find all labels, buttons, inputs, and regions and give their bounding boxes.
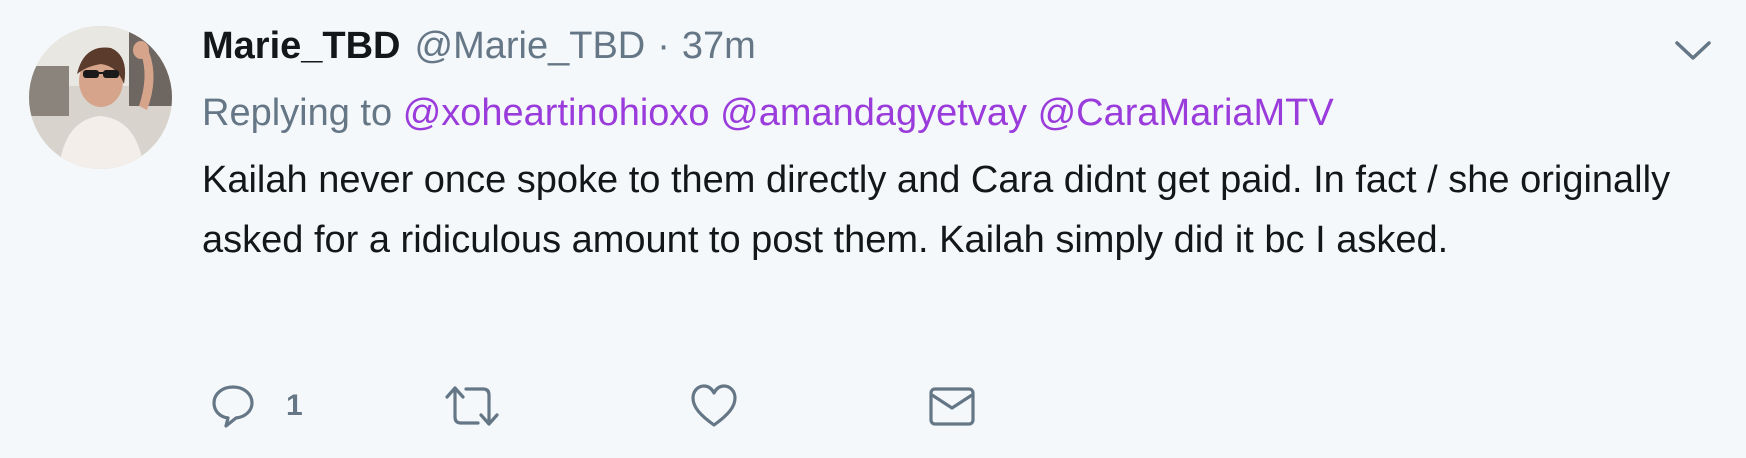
tweet-text: Kailah never once spoke to them directly… xyxy=(202,159,1671,261)
separator-dot: · xyxy=(657,25,670,67)
mention-link[interactable]: @xoheartinohioxo xyxy=(403,92,710,134)
retweet-button[interactable] xyxy=(444,375,500,437)
author-username[interactable]: @Marie_TBD xyxy=(415,18,646,74)
avatar-image xyxy=(29,26,172,169)
author-fullname[interactable]: Marie_TBD xyxy=(202,18,401,74)
avatar[interactable] xyxy=(29,26,172,169)
envelope-icon xyxy=(929,387,975,426)
tweet-content: Marie_TBD @Marie_TBD · 37m Replying to @… xyxy=(202,18,1706,270)
tweet-header: Marie_TBD @Marie_TBD · 37m xyxy=(202,18,1706,74)
mention-link[interactable]: @CaraMariaMTV xyxy=(1038,92,1334,134)
heart-icon xyxy=(691,384,737,427)
reply-context: Replying to @xoheartinohioxo @amandagyet… xyxy=(202,88,1706,138)
tweet-timestamp[interactable]: 37m xyxy=(682,18,756,74)
chevron-down-icon[interactable] xyxy=(1673,38,1713,64)
mention-link[interactable]: @amandagyetvay xyxy=(720,92,1027,134)
reply-prefix: Replying to xyxy=(202,92,393,134)
tweet[interactable]: Marie_TBD @Marie_TBD · 37m Replying to @… xyxy=(0,0,1746,458)
direct-message-button[interactable] xyxy=(928,375,976,437)
reply-count: 1 xyxy=(286,389,303,422)
like-button[interactable] xyxy=(690,375,738,437)
reply-icon xyxy=(212,385,254,428)
retweet-icon xyxy=(445,386,499,426)
reply-button[interactable]: 1 xyxy=(210,375,303,437)
tweet-actions: 1 xyxy=(210,375,1110,437)
